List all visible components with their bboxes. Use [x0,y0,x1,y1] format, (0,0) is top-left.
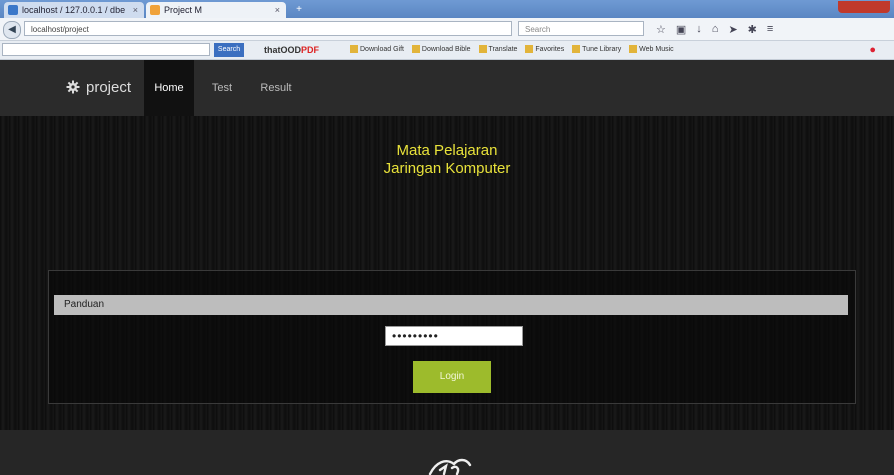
url-bar[interactable]: localhost/project [24,21,512,36]
panel-header[interactable]: Panduan [54,295,848,315]
subject-heading: Mata Pelajaran Jaringan Komputer [0,142,894,178]
subject-line-1: Mata Pelajaran [396,142,498,159]
toolbar-logo-prefix: thatOOD [264,45,301,55]
login-panel: Panduan ••••••••• Login [48,270,856,404]
bookmark-icon [629,45,638,54]
bookmark-list: Download Gift Download Bible Translate F… [344,43,674,57]
star-icon[interactable]: ☆ [656,23,666,36]
bookmark-item[interactable]: Translate [489,46,518,53]
send-icon[interactable]: ➤ [728,23,737,36]
browser-search-input[interactable]: Search [518,21,644,36]
bookmark-item[interactable]: Tune Library [582,46,621,53]
main-content: Mata Pelajaran Jaringan Komputer Panduan… [0,116,894,430]
subject-line-2: Jaringan Komputer [383,160,511,177]
brand-label: project [86,79,132,96]
gear-icon [66,80,80,94]
site-navbar: project Home Test Result [0,60,894,116]
toolbar-logo-suffix: PDF [301,45,319,55]
tab-title: localhost / 127.0.0.1 / dbe [22,5,126,15]
browser-tab-phpmyadmin[interactable]: localhost / 127.0.0.1 / dbe × [4,2,144,18]
toolbar-search-button[interactable]: Search [214,43,244,57]
tab-favicon-icon [8,5,18,15]
back-button[interactable]: ◀ [3,21,21,39]
tab-favicon-icon [150,5,160,15]
bookmark-item[interactable]: Web Music [639,46,674,53]
menu-icon[interactable]: ≡ [767,23,773,35]
bookmark-item[interactable]: Download Gift [360,46,404,53]
tab-close-icon[interactable]: × [133,2,138,18]
bookmark-icon [411,45,420,54]
nav-home[interactable]: Home [144,60,194,116]
bookmarks-toolbar: Search thatOODPDF Download Gift Download… [0,41,894,60]
bookmark-icon [572,45,581,54]
bookmark-icon [478,45,487,54]
bookmark-icon [525,45,534,54]
library-icon[interactable]: ▣ [676,23,686,36]
site-brand[interactable]: project [66,77,131,99]
bookmark-item[interactable]: Download Bible [422,46,471,53]
browser-toolbar: ◀ localhost/project Search ☆ ▣ ↓ ⌂ ➤ ✱ ≡ [0,18,894,41]
browser-tab-strip: localhost / 127.0.0.1 / dbe × Project M … [0,0,894,18]
extension-icon[interactable]: ✱ [748,23,757,36]
bookmark-item[interactable]: Favorites [535,46,564,53]
download-icon[interactable]: ↓ [696,23,702,35]
password-input[interactable]: ••••••••• [385,326,523,346]
dragon-logo-icon [428,458,472,475]
bookmark-icon [350,45,358,54]
browser-tab-project[interactable]: Project M × [146,2,286,18]
tab-title: Project M [164,5,203,15]
home-icon[interactable]: ⌂ [712,23,719,35]
window-controls[interactable] [838,1,890,13]
addon-icon[interactable]: ● [869,43,876,57]
toolbar-search-input[interactable] [2,43,210,56]
nav-result[interactable]: Result [252,60,300,116]
login-button[interactable]: Login [413,361,491,393]
tab-close-icon[interactable]: × [275,2,280,18]
new-tab-button[interactable]: + [292,4,306,16]
toolbar-logo[interactable]: thatOODPDF [264,43,319,57]
site-footer [0,430,894,475]
browser-tool-icons: ☆ ▣ ↓ ⌂ ➤ ✱ ≡ [656,21,892,37]
nav-test[interactable]: Test [204,60,240,116]
